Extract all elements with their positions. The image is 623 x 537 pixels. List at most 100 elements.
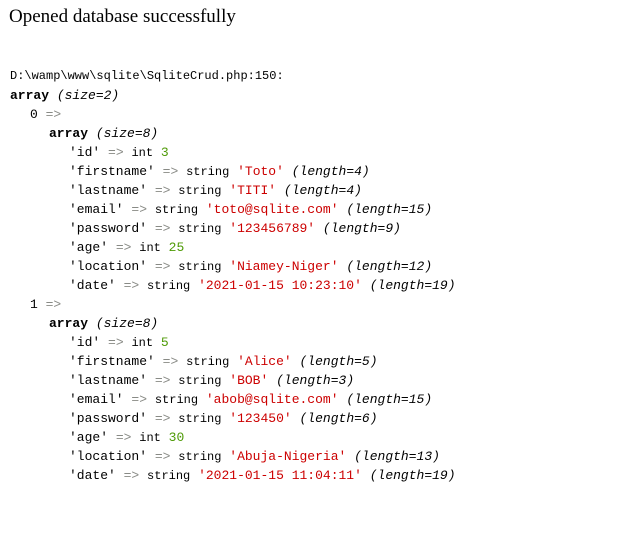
field-value: 30 <box>168 430 185 445</box>
field-key: 'age' <box>69 430 109 445</box>
field-type: int <box>139 241 161 255</box>
field-length: (length=19) <box>369 278 456 293</box>
field-type: int <box>139 431 161 445</box>
field-key: 'password' <box>69 411 148 426</box>
record-index: 0 <box>30 107 38 122</box>
field-type: string <box>186 355 230 369</box>
field-value: 'BOB' <box>229 373 269 388</box>
field-key: 'email' <box>69 202 124 217</box>
field-value: 5 <box>160 335 169 350</box>
field-key: 'password' <box>69 221 148 236</box>
field-row: 'id' => int 5 <box>10 333 456 352</box>
field-type: string <box>147 279 191 293</box>
field-row: 'email' => string 'toto@sqlite.com' (len… <box>10 200 456 219</box>
field-value: 3 <box>160 145 169 160</box>
field-row: 'firstname' => string 'Alice' (length=5) <box>10 352 456 371</box>
field-value: 'abob@sqlite.com' <box>205 392 339 407</box>
field-value: '2021-01-15 11:04:11' <box>198 468 362 483</box>
arrow-symbol: => <box>115 240 132 255</box>
field-row: 'age' => int 25 <box>10 238 456 257</box>
arrow-symbol: => <box>162 354 179 369</box>
field-type: int <box>131 336 154 350</box>
field-length: (length=4) <box>283 183 362 198</box>
field-value: 'Toto' <box>237 164 284 179</box>
field-key: 'date' <box>69 468 116 483</box>
field-value: 'TITI' <box>229 183 277 198</box>
records-container: 0 => array (size=8)'id' => int 3'firstnam… <box>10 105 456 485</box>
field-key: 'id' <box>69 145 101 160</box>
field-type: string <box>178 222 222 236</box>
field-value: '123450' <box>229 411 292 426</box>
field-row: 'id' => int 3 <box>10 143 456 162</box>
field-key: 'firstname' <box>69 164 155 179</box>
field-row: 'date' => string '2021-01-15 10:23:10' (… <box>10 276 456 295</box>
field-length: (length=3) <box>276 373 355 388</box>
field-type: string <box>178 450 222 464</box>
arrow-symbol: => <box>123 468 140 483</box>
arrow-symbol: => <box>154 373 171 388</box>
arrow-symbol: => <box>154 259 171 274</box>
field-type: string <box>154 203 199 217</box>
field-key: 'age' <box>69 240 109 255</box>
record-index-line: 0 => <box>10 105 456 124</box>
field-length: (length=15) <box>346 392 433 407</box>
record-index: 1 <box>30 297 38 312</box>
field-length: (length=6) <box>299 411 378 426</box>
outer-array-header: array (size=2) <box>10 86 456 105</box>
field-value: 25 <box>168 240 185 255</box>
field-length: (length=13) <box>354 449 440 464</box>
field-row: 'email' => string 'abob@sqlite.com' (len… <box>10 390 456 409</box>
field-key: 'location' <box>69 259 148 274</box>
status-message: Opened database successfully <box>9 6 236 27</box>
field-type: string <box>147 469 191 483</box>
arrow-symbol: => <box>115 430 132 445</box>
field-row: 'password' => string '123450' (length=6) <box>10 409 456 428</box>
array-size: (size=2) <box>56 88 120 103</box>
arrow-symbol: => <box>131 202 148 217</box>
field-length: (length=9) <box>322 221 401 236</box>
arrow-symbol: => <box>45 297 62 312</box>
arrow-symbol: => <box>154 221 171 236</box>
field-key: 'location' <box>69 449 148 464</box>
field-row: 'password' => string '123456789' (length… <box>10 219 456 238</box>
field-key: 'id' <box>69 335 101 350</box>
arrow-symbol: => <box>123 278 140 293</box>
field-type: string <box>178 260 222 274</box>
field-length: (length=19) <box>369 468 456 483</box>
field-length: (length=15) <box>346 202 433 217</box>
field-key: 'firstname' <box>69 354 155 369</box>
field-type: string <box>178 374 222 388</box>
var-dump-output: D:\wamp\www\sqlite\SqliteCrud.php:150: a… <box>10 67 456 485</box>
field-row: 'lastname' => string 'TITI' (length=4) <box>10 181 456 200</box>
field-key: 'email' <box>69 392 124 407</box>
arrow-symbol: => <box>162 164 179 179</box>
field-value: 'Alice' <box>237 354 292 369</box>
field-row: 'location' => string 'Niamey-Niger' (len… <box>10 257 456 276</box>
field-key: 'lastname' <box>69 373 148 388</box>
field-length: (length=5) <box>299 354 378 369</box>
record-array-header: array (size=8) <box>10 124 456 143</box>
field-type: string <box>186 165 230 179</box>
arrow-symbol: => <box>108 145 124 160</box>
field-row: 'location' => string 'Abuja-Nigeria' (le… <box>10 447 456 466</box>
field-value: 'Abuja-Nigeria' <box>229 449 347 464</box>
arrow-symbol: => <box>131 392 148 407</box>
arrow-symbol: => <box>154 183 171 198</box>
field-row: 'lastname' => string 'BOB' (length=3) <box>10 371 456 390</box>
record-index-line: 1 => <box>10 295 456 314</box>
field-type: string <box>178 184 222 198</box>
field-length: (length=4) <box>291 164 370 179</box>
field-key: 'date' <box>69 278 116 293</box>
field-row: 'age' => int 30 <box>10 428 456 447</box>
field-type: int <box>131 146 154 160</box>
record-array-header: array (size=8) <box>10 314 456 333</box>
array-keyword: array <box>49 126 89 141</box>
arrow-symbol: => <box>154 449 171 464</box>
arrow-symbol: => <box>45 107 62 122</box>
array-keyword: array <box>10 88 50 103</box>
array-size: (size=8) <box>95 126 159 141</box>
array-size: (size=8) <box>95 316 159 331</box>
field-key: 'lastname' <box>69 183 148 198</box>
field-row: 'firstname' => string 'Toto' (length=4) <box>10 162 456 181</box>
arrow-symbol: => <box>108 335 124 350</box>
